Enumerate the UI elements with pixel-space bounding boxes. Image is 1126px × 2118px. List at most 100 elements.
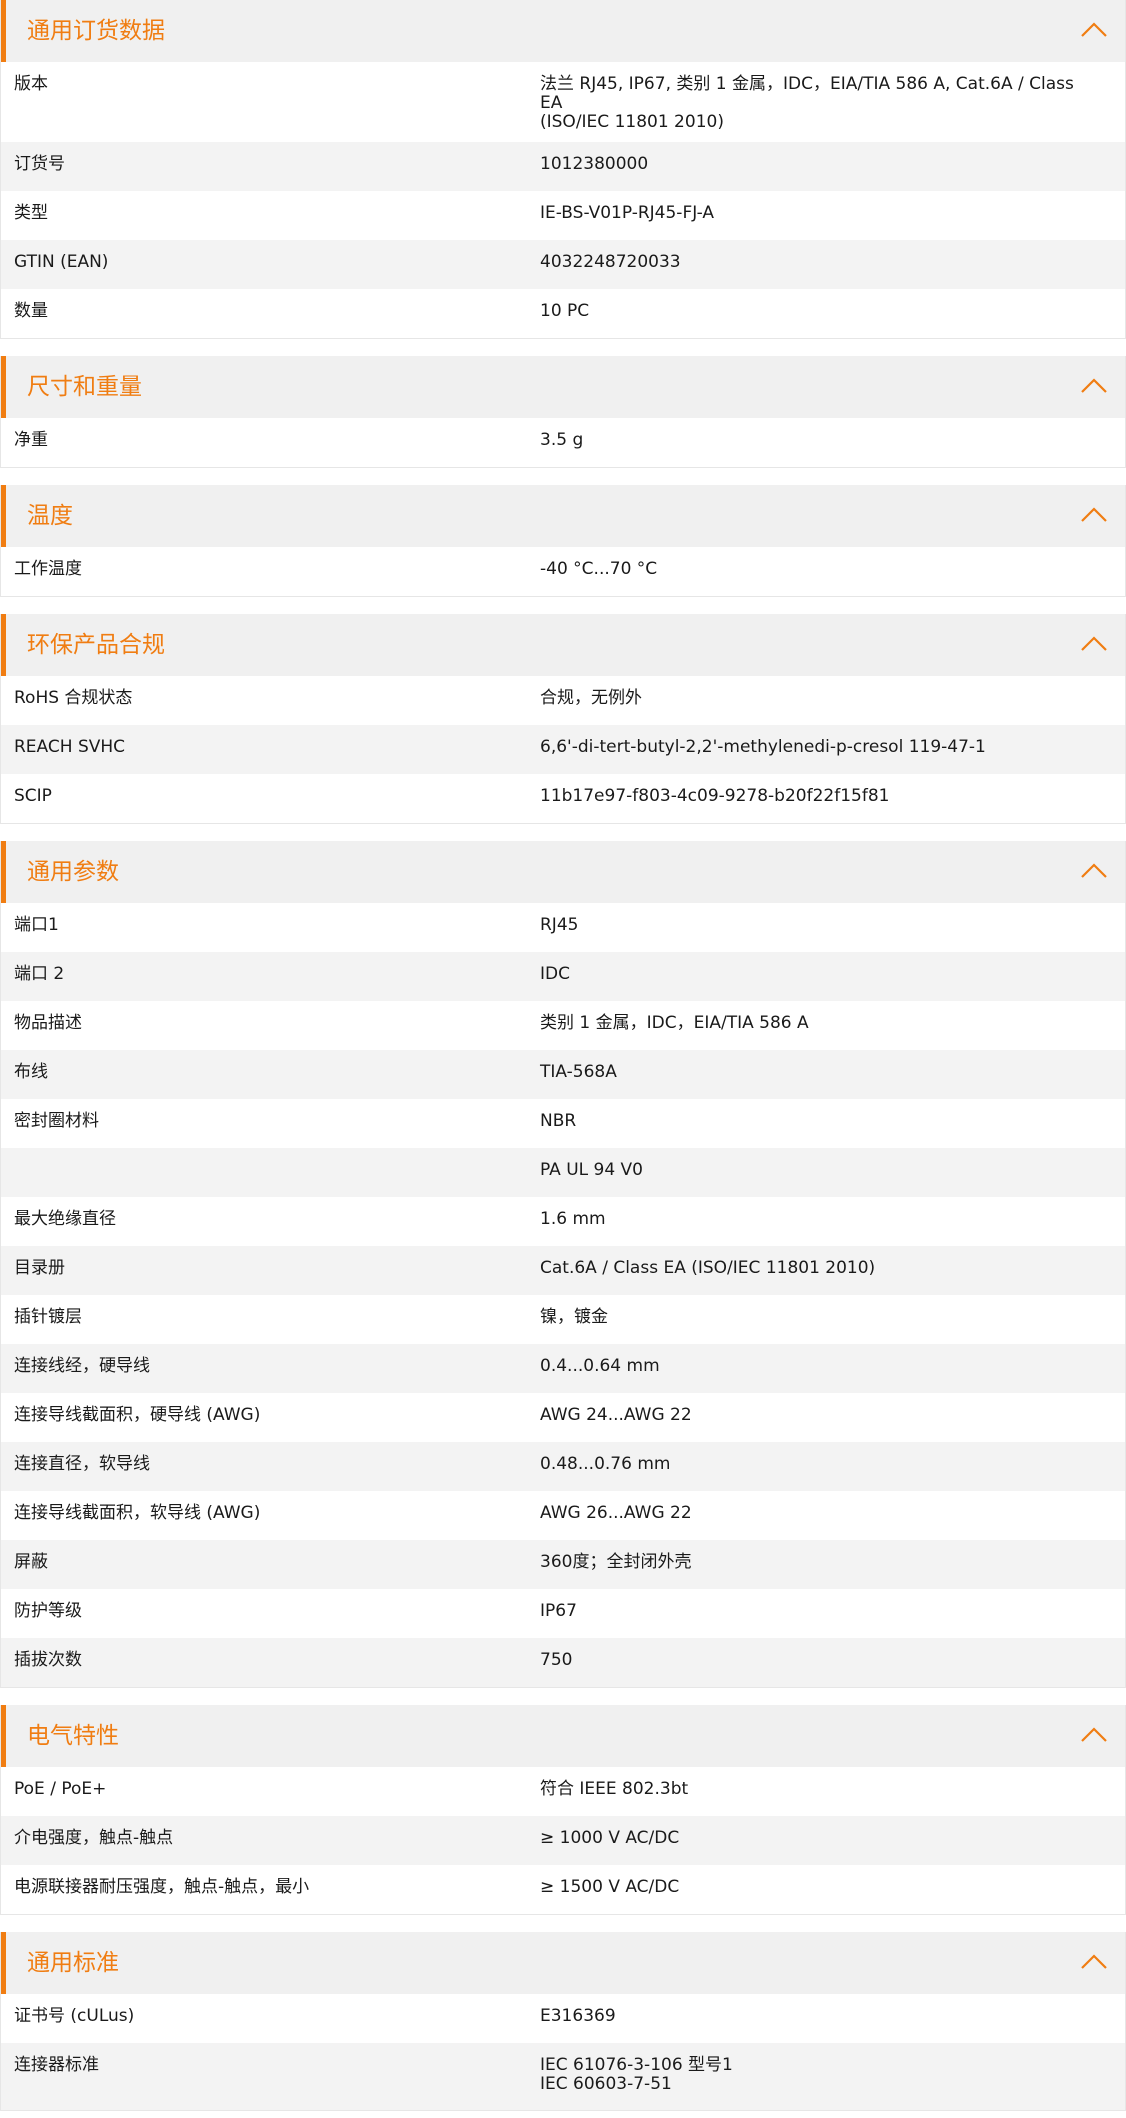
section-rows: 证书号 (cULus) E316369 连接器标准 IEC 61076-3-106 型… [1,1994,1125,2110]
spec-value-line: 0.4...0.64 mm [540,1356,660,1376]
spec-row: GTIN (EAN) 4032248720033 [1,240,1125,289]
spec-value: ≥ 1000 V AC/DC [540,1829,1125,1848]
spec-value: Cat.6A / Class EA (ISO/IEC 11801 2010) [540,1259,1125,1278]
spec-label: 订货号 [14,154,65,174]
spec-label: 端口1 [14,915,59,935]
spec-row: 目录册 Cat.6A / Class EA (ISO/IEC 11801 2010… [1,1246,1125,1295]
spec-row: RoHS 合规状态 合规，无例外 [1,676,1125,725]
spec-value-line: IEC 60603-7-51 [540,2074,672,2094]
spec-row: 插拔次数 750 [1,1638,1125,1687]
chevron-up-icon[interactable] [1079,634,1109,654]
spec-row: 端口1 RJ45 [1,903,1125,952]
section-rows: 版本 法兰 RJ45, IP67, 类别 1 金属，IDC，EIA/TIA 586… [1,62,1125,338]
spec-value-line: AWG 26...AWG 22 [540,1503,692,1523]
spec-row: 介电强度，触点-触点 ≥ 1000 V AC/DC [1,1816,1125,1865]
spec-label: 数量 [14,301,48,321]
section-title: 通用订货数据 [27,18,165,44]
section-header[interactable]: 尺寸和重量 [1,356,1125,418]
spec-label: PoE / PoE+ [14,1779,107,1799]
section-rows: 端口1 RJ45 端口 2 IDC 物品描述 类别 1 金属，IDC，EIA/TIA 58… [1,903,1125,1687]
chevron-up-icon[interactable] [1079,505,1109,525]
chevron-up-icon[interactable] [1079,1725,1109,1745]
spec-value: 符合 IEEE 802.3bt [540,1780,1125,1799]
spec-value: 360度；全封闭外壳 [540,1553,1125,1572]
spec-row: REACH SVHC 6,6'-di-tert-butyl-2,2'-methyl… [1,725,1125,774]
spec-value-line: 合规，无例外 [540,688,642,708]
spec-value-line: 6,6'-di-tert-butyl-2,2'-methylenedi-p-cr… [540,737,986,757]
spec-section: 通用参数端口1 RJ45 端口 2 IDC 物品描述 类别 1 金属，IDC，EIA/TI… [0,841,1126,1688]
spec-value-line: 4032248720033 [540,252,681,272]
spec-label: 连接导线截面积，软导线 (AWG) [14,1503,261,1523]
section-header[interactable]: 通用订货数据 [1,0,1125,62]
spec-value: 1012380000 [540,155,1125,174]
spec-section: 环保产品合规 RoHS 合规状态 合规，无例外 REACH SVHC 6,6'-di-t… [0,614,1126,824]
spec-row: 连接线经，硬导线 0.4...0.64 mm [1,1344,1125,1393]
spec-row: 端口 2 IDC [1,952,1125,1001]
section-header[interactable]: 环保产品合规 [1,614,1125,676]
section-title: 尺寸和重量 [27,374,142,400]
spec-label: 介电强度，触点-触点 [14,1828,174,1848]
section-title: 温度 [27,503,73,529]
chevron-up-icon[interactable] [1079,861,1109,881]
spec-value-line: IEC 61076-3-106 型号1 [540,2055,733,2075]
spec-label: 版本 [14,74,48,94]
spec-label: 插拔次数 [14,1650,82,1670]
spec-value-line: 1.6 mm [540,1209,606,1229]
spec-value: 4032248720033 [540,253,1125,272]
spec-row: 连接直径，软导线 0.48...0.76 mm [1,1442,1125,1491]
spec-label: REACH SVHC [14,737,126,757]
spec-row: 版本 法兰 RJ45, IP67, 类别 1 金属，IDC，EIA/TIA 586… [1,62,1125,142]
spec-label: 类型 [14,203,48,223]
spec-row: 类型 IE-BS-V01P-RJ45-FJ-A [1,191,1125,240]
spec-row: 数量 10 PC [1,289,1125,338]
section-rows: RoHS 合规状态 合规，无例外 REACH SVHC 6,6'-di-tert-bu… [1,676,1125,823]
section-header[interactable]: 通用标准 [1,1932,1125,1994]
spec-row: 最大绝缘直径 1.6 mm [1,1197,1125,1246]
spec-value-line: 3.5 g [540,430,584,450]
spec-row: 工作温度 -40 °C...70 °C [1,547,1125,596]
spec-value: 0.4...0.64 mm [540,1357,1125,1376]
section-header[interactable]: 电气特性 [1,1705,1125,1767]
chevron-up-icon[interactable] [1079,376,1109,396]
spec-value: 法兰 RJ45, IP67, 类别 1 金属，IDC，EIA/TIA 586 A… [540,75,1125,132]
spec-value: ≥ 1500 V AC/DC [540,1878,1125,1897]
spec-label: 电源联接器耐压强度，触点-触点，最小 [14,1877,310,1897]
chevron-up-icon[interactable] [1079,1952,1109,1972]
spec-row: 物品描述 类别 1 金属，IDC，EIA/TIA 586 A [1,1001,1125,1050]
spec-value-line: 750 [540,1650,573,1670]
spec-label: 端口 2 [14,964,65,984]
spec-label: 物品描述 [14,1013,82,1033]
spec-value-line: ≥ 1000 V AC/DC [540,1828,680,1848]
spec-label: 连接导线截面积，硬导线 (AWG) [14,1405,261,1425]
spec-value-line: 镍，镀金 [540,1307,608,1327]
section-title: 通用参数 [27,859,119,885]
spec-value-line: ≥ 1500 V AC/DC [540,1877,680,1897]
spec-value-line: RJ45 [540,915,579,935]
section-header[interactable]: 通用参数 [1,841,1125,903]
spec-row: 屏蔽 360度；全封闭外壳 [1,1540,1125,1589]
spec-section: 通用订货数据版本 法兰 RJ45, IP67, 类别 1 金属，IDC，EIA/T… [0,0,1126,339]
spec-value-line: 法兰 RJ45, IP67, 类别 1 金属，IDC，EIA/TIA 586 A… [540,74,1074,113]
spec-value-line: 0.48...0.76 mm [540,1454,671,1474]
spec-row: 插针镀层 镍，镀金 [1,1295,1125,1344]
spec-value: 1.6 mm [540,1210,1125,1229]
spec-value-line: 1012380000 [540,154,649,174]
section-title: 环保产品合规 [27,632,165,658]
spec-label: 密封圈材料 [14,1111,99,1131]
chevron-up-icon[interactable] [1079,20,1109,40]
spec-value-line: 10 PC [540,301,590,321]
spec-value-line: NBR [540,1111,577,1131]
section-rows: 工作温度 -40 °C...70 °C [1,547,1125,596]
section-header[interactable]: 温度 [1,485,1125,547]
spec-row: SCIP 11b17e97-f803-4c09-9278-b20f22f15f81 [1,774,1125,823]
spec-section: 温度工作温度 -40 °C...70 °C [0,485,1126,597]
spec-value-line: E316369 [540,2006,616,2026]
spec-value: 3.5 g [540,431,1125,450]
spec-label: 净重 [14,430,48,450]
spec-label: 工作温度 [14,559,82,579]
spec-label: 布线 [14,1062,48,1082]
spec-value-line: IE-BS-V01P-RJ45-FJ-A [540,203,715,223]
spec-value: 750 [540,1651,1125,1670]
spec-row: 净重 3.5 g [1,418,1125,467]
spec-value-line: IDC [540,964,570,984]
